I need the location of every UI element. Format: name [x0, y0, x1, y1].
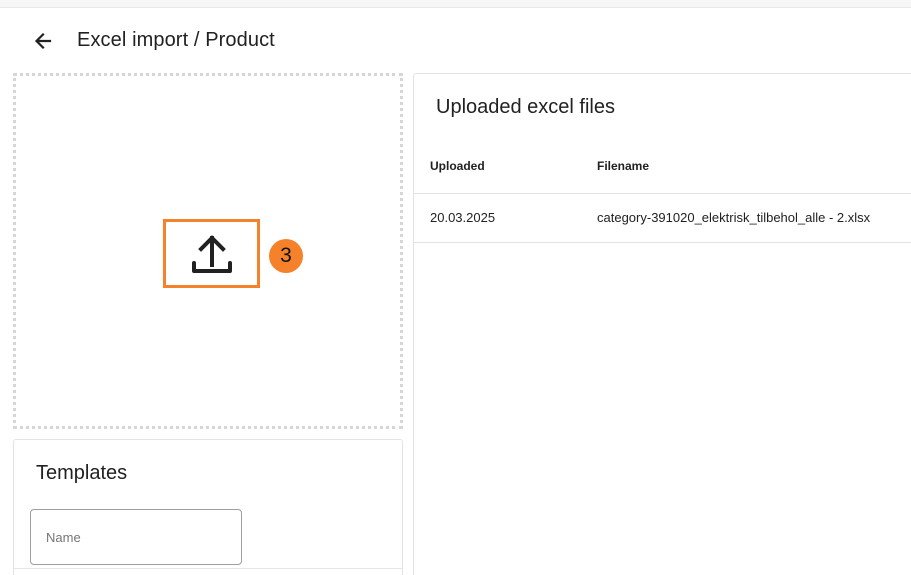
- divider: [14, 568, 402, 569]
- template-name-input[interactable]: [30, 509, 242, 565]
- uploaded-files-card: Uploaded excel files Uploaded Filename 2…: [413, 73, 911, 575]
- column-header-uploaded[interactable]: Uploaded: [430, 159, 485, 173]
- back-button[interactable]: [28, 26, 58, 56]
- page-title: Excel import / Product: [77, 29, 275, 51]
- arrow-left-icon: [34, 32, 52, 50]
- filename-cell: category-391020_elektrisk_tilbehol_alle …: [597, 210, 871, 225]
- templates-card: Templates: [13, 439, 403, 575]
- file-dropzone[interactable]: 3: [13, 73, 403, 429]
- templates-title: Templates: [36, 462, 128, 484]
- uploaded-files-title: Uploaded excel files: [436, 96, 615, 118]
- upload-icon: [191, 234, 232, 273]
- page: Excel import / Product 3 Templates Uploa…: [0, 7, 911, 575]
- step-badge: 3: [269, 239, 303, 273]
- upload-highlight[interactable]: [163, 219, 260, 288]
- table-row[interactable]: 20.03.2025 category-391020_elektrisk_til…: [414, 194, 911, 243]
- column-header-filename[interactable]: Filename: [597, 159, 649, 173]
- page-header: Excel import / Product: [0, 8, 911, 72]
- uploaded-date-cell: 20.03.2025: [430, 210, 496, 225]
